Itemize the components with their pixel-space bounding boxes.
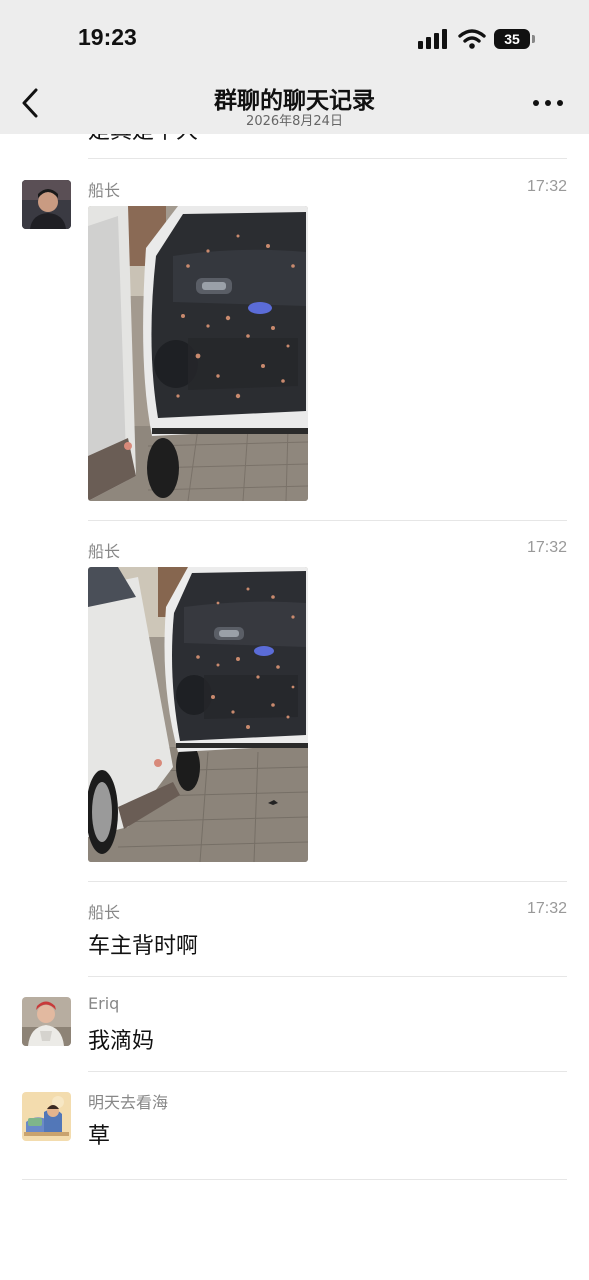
user-photo-avatar[interactable] xyxy=(22,997,71,1046)
chat-message: 船长 17:32 xyxy=(0,172,589,512)
chat-message: 明天去看海 草 xyxy=(0,1084,589,1174)
divider xyxy=(22,1179,567,1180)
divider xyxy=(88,158,567,159)
signal-icon xyxy=(418,29,447,49)
message-time: 17:32 xyxy=(526,900,567,917)
divider xyxy=(88,976,567,977)
cartoon-avatar[interactable] xyxy=(22,1092,71,1141)
divider xyxy=(88,520,567,521)
page-date: 2026年8月24日 xyxy=(246,114,343,129)
message-time: 17:32 xyxy=(526,178,567,195)
chat-message: 船长 17:32 xyxy=(0,533,589,873)
sender-name: 船长 xyxy=(88,542,121,561)
damaged-car-door-photo-icon xyxy=(88,206,308,501)
more-dot-icon xyxy=(545,100,551,106)
car-door-photo[interactable] xyxy=(88,206,308,501)
user-photo-avatar-icon xyxy=(22,180,71,229)
message-time: 17:32 xyxy=(526,539,567,556)
nav-header: 19:23 35 群聊的聊天记录 2026年8月24日 xyxy=(0,0,589,134)
more-dot-icon xyxy=(557,100,563,106)
divider xyxy=(88,881,567,882)
user-photo-avatar-icon xyxy=(22,997,71,1046)
battery-cap xyxy=(532,35,535,43)
sender-name: 船长 xyxy=(88,903,121,922)
more-options-button[interactable] xyxy=(530,94,566,112)
sender-name: 明天去看海 xyxy=(88,1093,169,1112)
more-dot-icon xyxy=(533,100,539,106)
chat-message: 船长 17:32 车主背时啊 xyxy=(0,894,589,974)
chat-message: Eriq 我滴妈 xyxy=(0,989,589,1069)
car-door-photo[interactable] xyxy=(88,567,308,862)
sender-name: 船长 xyxy=(88,181,121,200)
user-photo-avatar[interactable] xyxy=(22,180,71,229)
wifi-icon xyxy=(458,29,486,49)
sender-name: Eriq xyxy=(88,994,120,1013)
message-text: 车主背时啊 xyxy=(88,934,199,959)
message-text: 我滴妈 xyxy=(88,1029,155,1054)
message-text: 草 xyxy=(88,1124,111,1149)
battery-icon: 35 xyxy=(494,29,530,49)
status-time: 19:23 xyxy=(78,24,137,50)
cartoon-avatar-icon xyxy=(22,1092,71,1141)
divider xyxy=(88,1071,567,1072)
damaged-car-door-photo-icon xyxy=(88,567,308,862)
